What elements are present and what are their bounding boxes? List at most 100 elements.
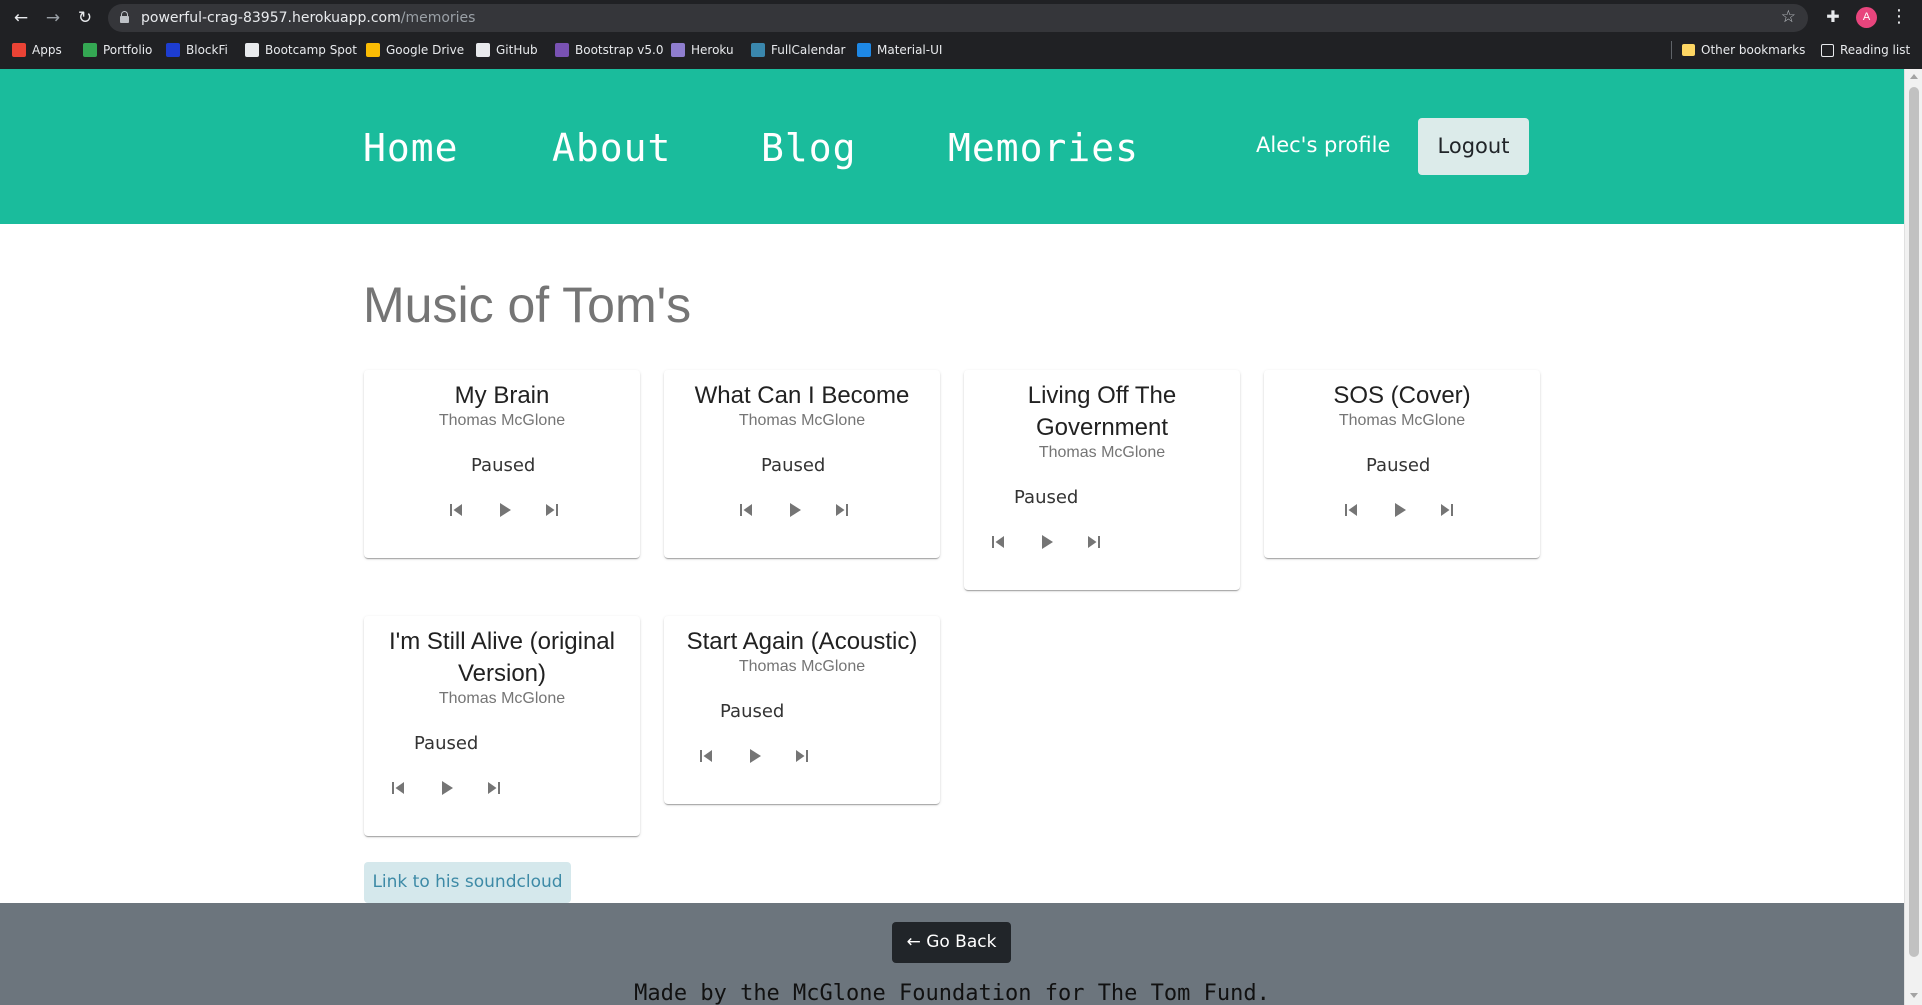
bookmark-label: Heroku (691, 43, 734, 57)
scroll-up-arrow-icon[interactable] (1910, 74, 1918, 79)
reading-list-label: Reading list (1840, 43, 1911, 57)
skip-previous-icon[interactable] (386, 776, 410, 800)
track-artist: Thomas McGlone (1338, 412, 1466, 429)
play-icon[interactable] (1387, 498, 1411, 522)
skip-next-icon[interactable] (1082, 530, 1106, 554)
track-artist: Thomas McGlone (438, 412, 566, 429)
apps-grid-icon (12, 43, 26, 57)
omnibox[interactable]: powerful-crag-83957.herokuapp.com/memori… (108, 4, 1808, 32)
material-ui-icon (857, 43, 871, 57)
bookmarks-bar: Apps Portfolio BlockFi Bootcamp Spot Google … (0, 37, 1922, 63)
play-icon[interactable] (742, 744, 766, 768)
reading-list-icon (1821, 43, 1834, 57)
track-card: My Brain Thomas McGlone Paused (364, 370, 640, 558)
track-card: I'm Still Alive (original Version) Thoma… (364, 616, 640, 836)
blockfi-icon (166, 43, 180, 57)
lock-icon (120, 11, 129, 23)
nav-home[interactable]: Home (363, 126, 459, 170)
track-card: Living Off The Government Thomas McGlone… (964, 370, 1240, 590)
nav-blog[interactable]: Blog (761, 126, 857, 170)
bookmark-item[interactable]: Portfolio (83, 40, 152, 60)
skip-previous-icon[interactable] (986, 530, 1010, 554)
skip-next-icon[interactable] (790, 744, 814, 768)
soundcloud-link-button[interactable]: Link to his soundcloud (364, 862, 571, 903)
back-arrow-icon[interactable]: ← (9, 6, 33, 30)
other-bookmarks[interactable]: Other bookmarks (1682, 40, 1805, 60)
scroll-down-arrow-icon[interactable] (1910, 993, 1918, 998)
bookmark-star-icon[interactable]: ☆ (1781, 7, 1796, 27)
skip-next-icon[interactable] (482, 776, 506, 800)
play-icon[interactable] (1034, 530, 1058, 554)
skip-previous-icon[interactable] (444, 498, 468, 522)
skip-previous-icon[interactable] (694, 744, 718, 768)
bookmark-item[interactable]: Bootcamp Spot (245, 40, 357, 60)
player-status: Paused (761, 455, 826, 476)
reading-list[interactable]: Reading list (1821, 40, 1910, 60)
bookmark-item[interactable]: GitHub (476, 40, 538, 60)
bookmark-label: Material-UI (877, 43, 943, 57)
browser-menu-icon[interactable]: ⋮ (1890, 6, 1908, 30)
player-status: Paused (1366, 455, 1431, 476)
extensions-puzzle-icon[interactable]: ✚ (1823, 7, 1843, 27)
player-status: Paused (1014, 487, 1079, 508)
reload-icon[interactable]: ↻ (73, 6, 97, 30)
nav-about[interactable]: About (552, 126, 671, 170)
track-title: Living Off The Government (1027, 382, 1177, 441)
track-title: I'm Still Alive (original Version) (389, 628, 615, 687)
bookmark-label: Apps (32, 43, 62, 57)
bookmark-item[interactable]: Apps (12, 40, 62, 60)
bootcamp-icon (245, 43, 259, 57)
url-path: /memories (400, 10, 476, 26)
play-icon[interactable] (434, 776, 458, 800)
player-status: Paused (471, 455, 536, 476)
bookmark-label: BlockFi (186, 43, 228, 57)
player-status: Paused (414, 733, 479, 754)
other-bookmarks-label: Other bookmarks (1701, 43, 1806, 57)
skip-next-icon[interactable] (1435, 498, 1459, 522)
address-bar-row: ← → ↻ powerful-crag-83957.herokuapp.com/… (0, 0, 1922, 36)
bookmark-item[interactable]: Heroku (671, 40, 734, 60)
track-title: What Can I Become (694, 382, 910, 409)
bookmark-item[interactable]: Bootstrap v5.0 (555, 40, 663, 60)
go-back-button[interactable]: ← Go Back (892, 922, 1011, 963)
bookmark-item[interactable]: FullCalendar (751, 40, 845, 60)
pencil-icon (83, 43, 97, 57)
page-title: Music of Tom's (363, 277, 692, 333)
bookmark-label: Portfolio (103, 43, 153, 57)
track-artist: Thomas McGlone (438, 690, 566, 707)
play-icon[interactable] (782, 498, 806, 522)
track-card: What Can I Become Thomas McGlone Paused (664, 370, 940, 558)
profile-link[interactable]: Alec's profile (1256, 133, 1390, 157)
calendar-icon (751, 43, 765, 57)
skip-previous-icon[interactable] (1339, 498, 1363, 522)
bookmark-label: Bootcamp Spot (265, 43, 357, 57)
bookmark-label: FullCalendar (771, 43, 846, 57)
skip-next-icon[interactable] (540, 498, 564, 522)
site-header: Home About Blog Memories Alec's profile … (0, 69, 1904, 224)
bookmark-label: Bootstrap v5.0 (575, 43, 664, 57)
bookmark-item[interactable]: Google Drive (366, 40, 464, 60)
drive-icon (366, 43, 380, 57)
logout-button[interactable]: Logout (1418, 118, 1529, 175)
bookmark-item[interactable]: Material-UI (857, 40, 942, 60)
heroku-icon (671, 43, 685, 57)
forward-arrow-icon[interactable]: → (41, 6, 65, 30)
page-viewport: Home About Blog Memories Alec's profile … (0, 69, 1904, 1005)
skip-next-icon[interactable] (830, 498, 854, 522)
player-status: Paused (720, 701, 785, 722)
scrollbar-thumb[interactable] (1909, 87, 1919, 957)
github-icon (476, 43, 490, 57)
url-text[interactable]: powerful-crag-83957.herokuapp.com/memori… (141, 10, 475, 26)
track-artist: Thomas McGlone (738, 658, 866, 675)
track-card: SOS (Cover) Thomas McGlone Paused (1264, 370, 1540, 558)
nav-memories[interactable]: Memories (948, 126, 1139, 170)
profile-avatar[interactable]: A (1856, 7, 1877, 28)
page-scrollbar[interactable] (1904, 69, 1922, 1005)
skip-previous-icon[interactable] (734, 498, 758, 522)
footer-credit: Made by the McGlone Foundation for The T… (634, 981, 1270, 1005)
play-icon[interactable] (492, 498, 516, 522)
bookmark-item[interactable]: BlockFi (166, 40, 228, 60)
track-title: Start Again (Acoustic) (686, 628, 918, 655)
track-title: My Brain (454, 382, 550, 409)
bookmark-label: Google Drive (386, 43, 465, 57)
